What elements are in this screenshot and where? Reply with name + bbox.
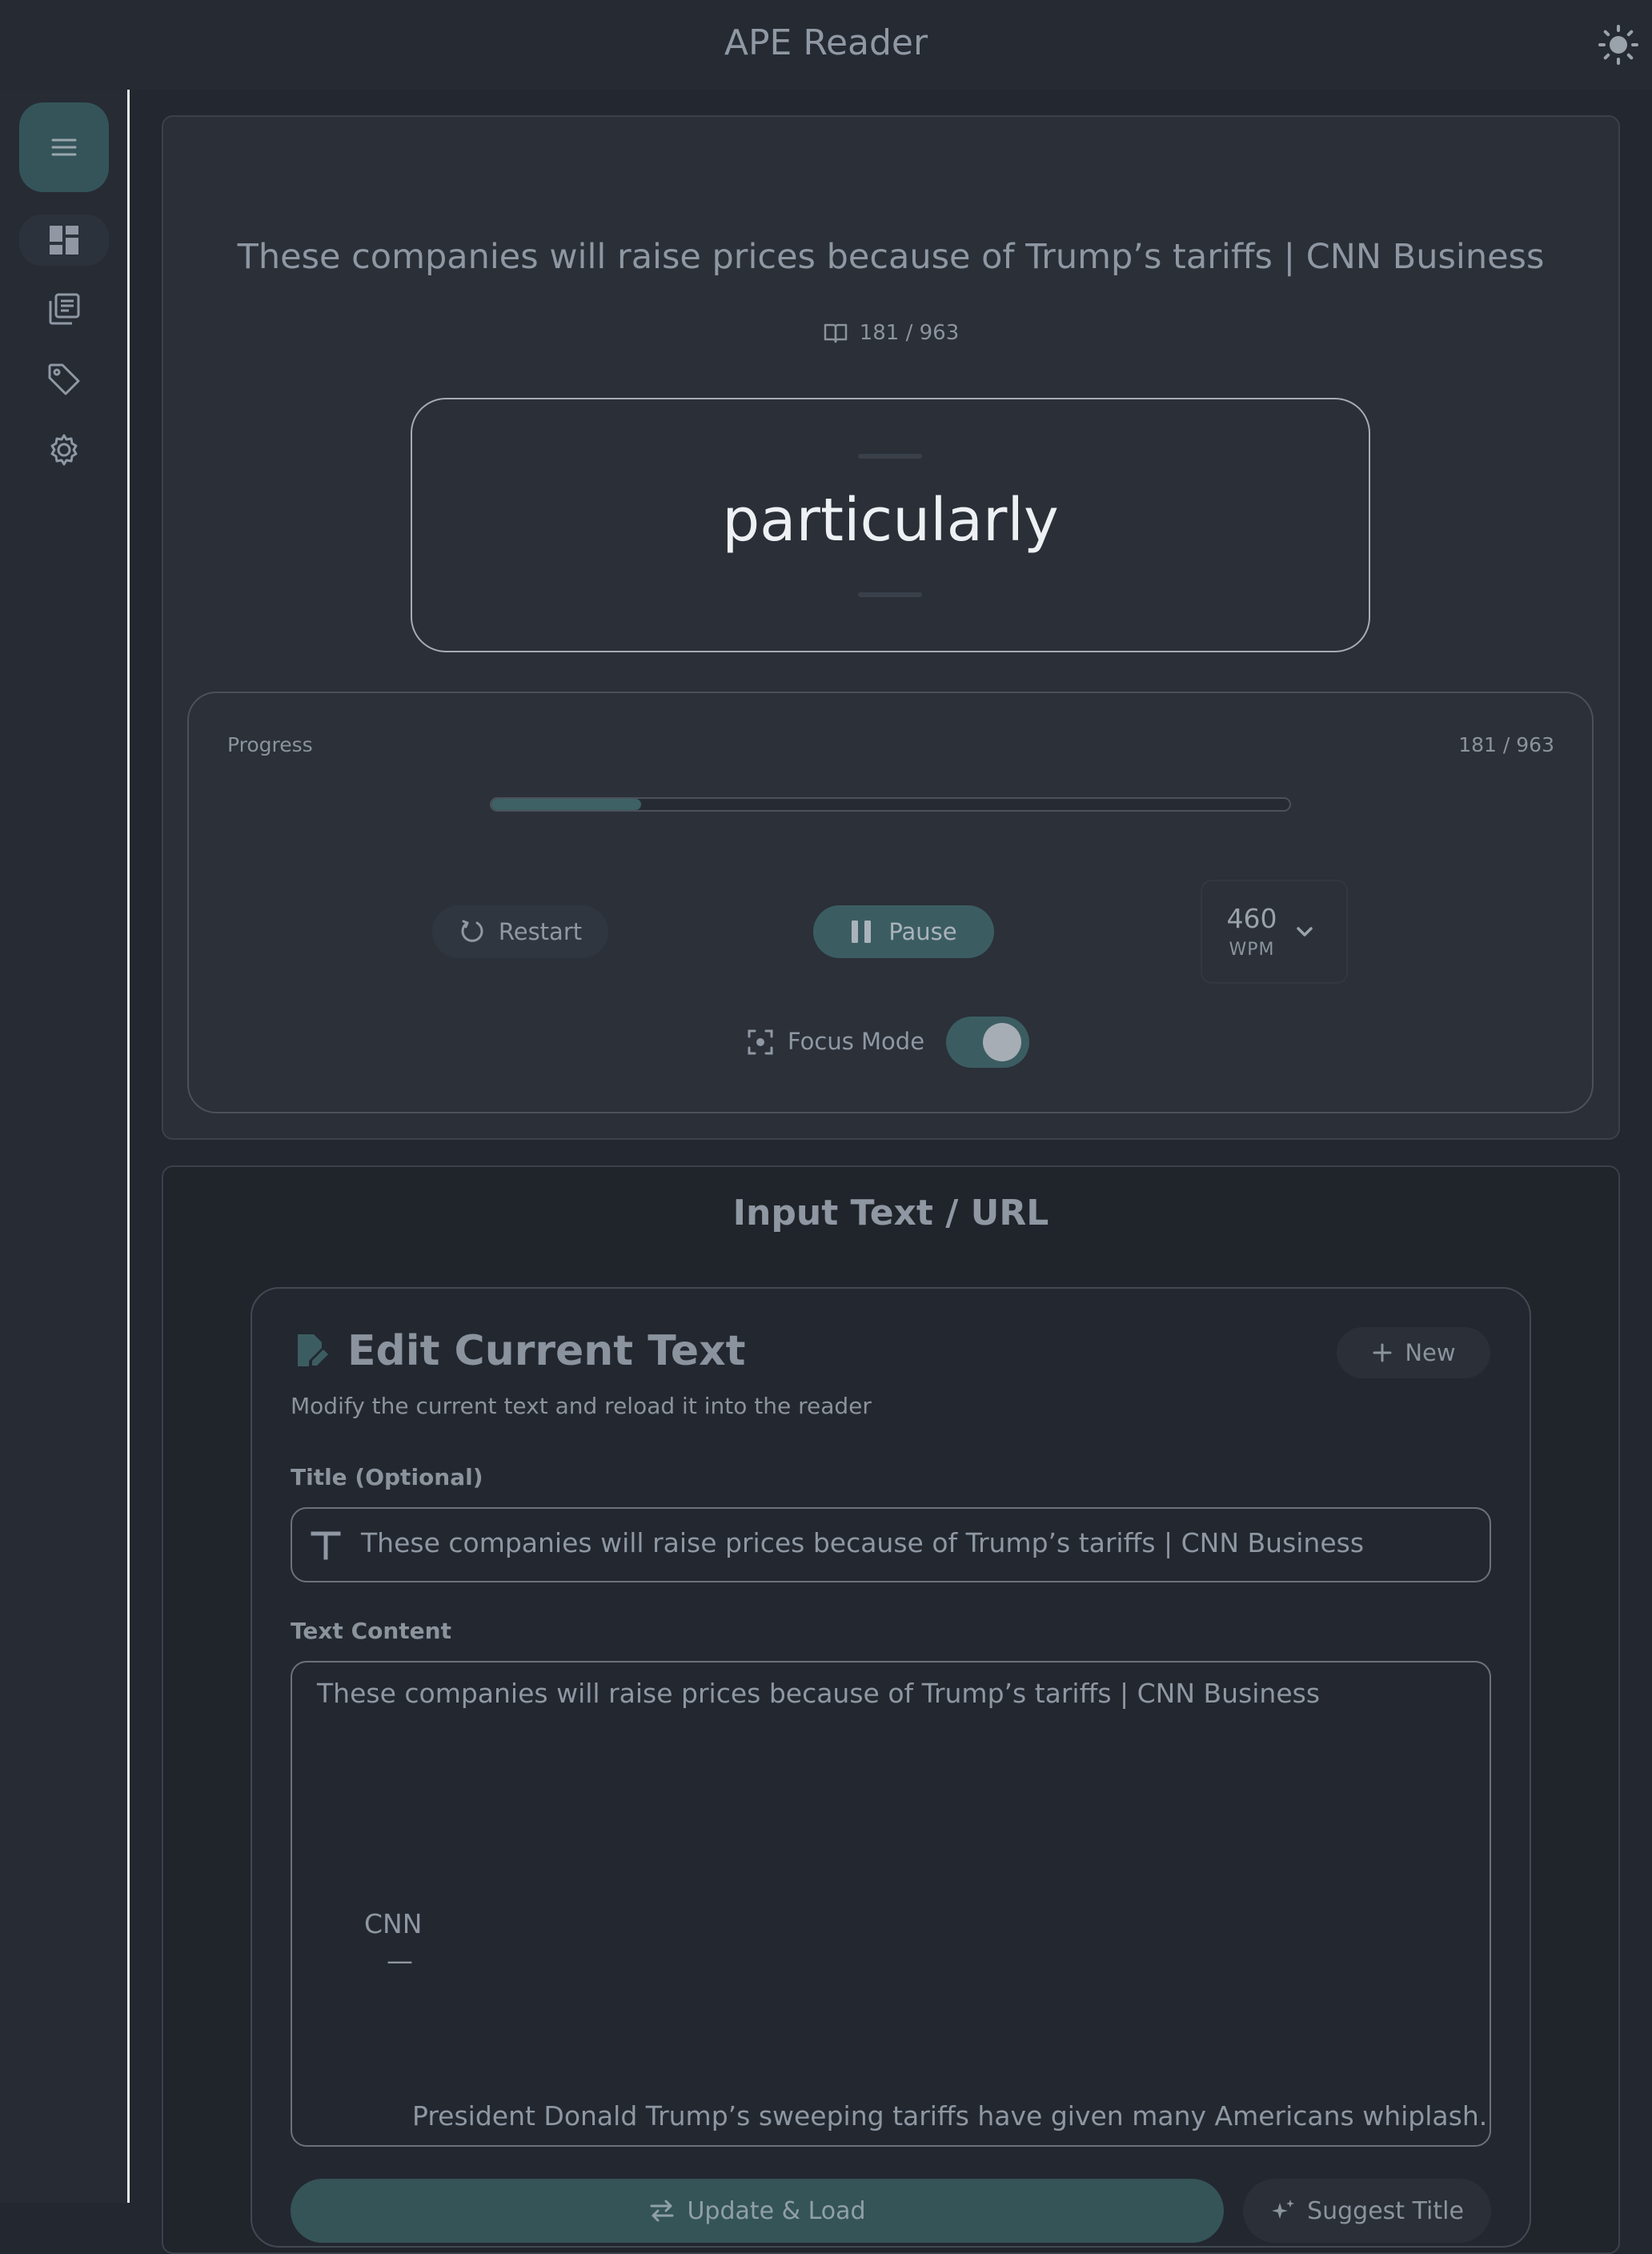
edit-title: Edit Current Text — [347, 1327, 746, 1375]
gear-icon — [50, 434, 78, 466]
focus-icon — [748, 1029, 773, 1055]
content-line: These companies will raise prices becaus… — [317, 1678, 1321, 1709]
content-field-label: Text Content — [291, 1618, 451, 1644]
restart-button[interactable]: Restart — [432, 905, 608, 958]
dashboard-icon — [50, 226, 78, 255]
plus-icon — [1373, 1343, 1392, 1362]
wpm-unit: WPM — [1229, 940, 1275, 960]
focus-mode-label: Focus Mode — [788, 1028, 925, 1055]
content-line: CNN — [364, 1908, 423, 1939]
pause-button[interactable]: Pause — [813, 905, 994, 958]
edit-subtitle: Modify the current text and reload it in… — [291, 1393, 872, 1419]
sidebar-item-tags[interactable] — [19, 354, 109, 405]
app-title: APE Reader — [724, 22, 928, 63]
focus-mode-toggle[interactable] — [946, 1017, 1029, 1068]
sparkle-icon — [1272, 2200, 1295, 2219]
sidebar-divider — [127, 90, 130, 2203]
tag-icon — [48, 363, 80, 395]
library-icon — [49, 293, 80, 325]
progress-bar[interactable] — [490, 797, 1291, 812]
book-icon — [824, 323, 847, 343]
chevron-down-icon[interactable] — [1290, 917, 1319, 946]
edit-document-icon — [298, 1334, 328, 1366]
sidebar-item-dashboard[interactable] — [19, 215, 109, 266]
current-word: particularly — [722, 486, 1059, 555]
article-title: These companies will raise prices becaus… — [237, 237, 1545, 277]
update-load-button[interactable]: Update & Load — [291, 2179, 1224, 2243]
new-button[interactable]: New — [1337, 1327, 1490, 1378]
sidebar-item-settings[interactable] — [19, 424, 109, 475]
word-position: 181 / 963 — [162, 319, 1620, 347]
suggest-title-button[interactable]: Suggest Title — [1243, 2179, 1491, 2243]
sun-icon — [1598, 25, 1638, 65]
restart-label: Restart — [498, 918, 583, 945]
text-icon — [311, 1531, 341, 1560]
theme-toggle-button[interactable] — [1598, 24, 1639, 66]
progress-label: Progress — [227, 733, 313, 756]
sidebar-item-library[interactable] — [19, 283, 109, 335]
progress-fill — [491, 799, 642, 810]
new-label: New — [1405, 1339, 1456, 1366]
content-line: — — [387, 1945, 413, 1976]
content-textarea[interactable] — [291, 1661, 1491, 2147]
title-input-value: These companies will raise prices becaus… — [361, 1527, 1365, 1558]
update-load-label: Update & Load — [687, 2196, 866, 2225]
title-field-label: Title (Optional) — [291, 1464, 483, 1490]
menu-icon — [51, 138, 77, 156]
restart-icon — [461, 920, 483, 942]
toggle-knob — [983, 1023, 1021, 1061]
suggest-title-label: Suggest Title — [1307, 2196, 1464, 2225]
wpm-value: 460 — [1226, 903, 1277, 934]
content-line: President Donald Trump’s sweeping tariff… — [412, 2100, 1488, 2132]
menu-button[interactable] — [19, 102, 109, 192]
sidebar — [0, 90, 128, 2203]
focus-marker-bottom — [858, 592, 922, 597]
input-heading: Input Text / URL — [732, 1193, 1049, 1233]
pause-icon — [852, 920, 872, 943]
pause-label: Pause — [888, 918, 957, 945]
word-position-text: 181 / 963 — [859, 321, 960, 345]
progress-count: 181 / 963 — [1458, 733, 1554, 756]
focus-marker-top — [858, 454, 922, 459]
